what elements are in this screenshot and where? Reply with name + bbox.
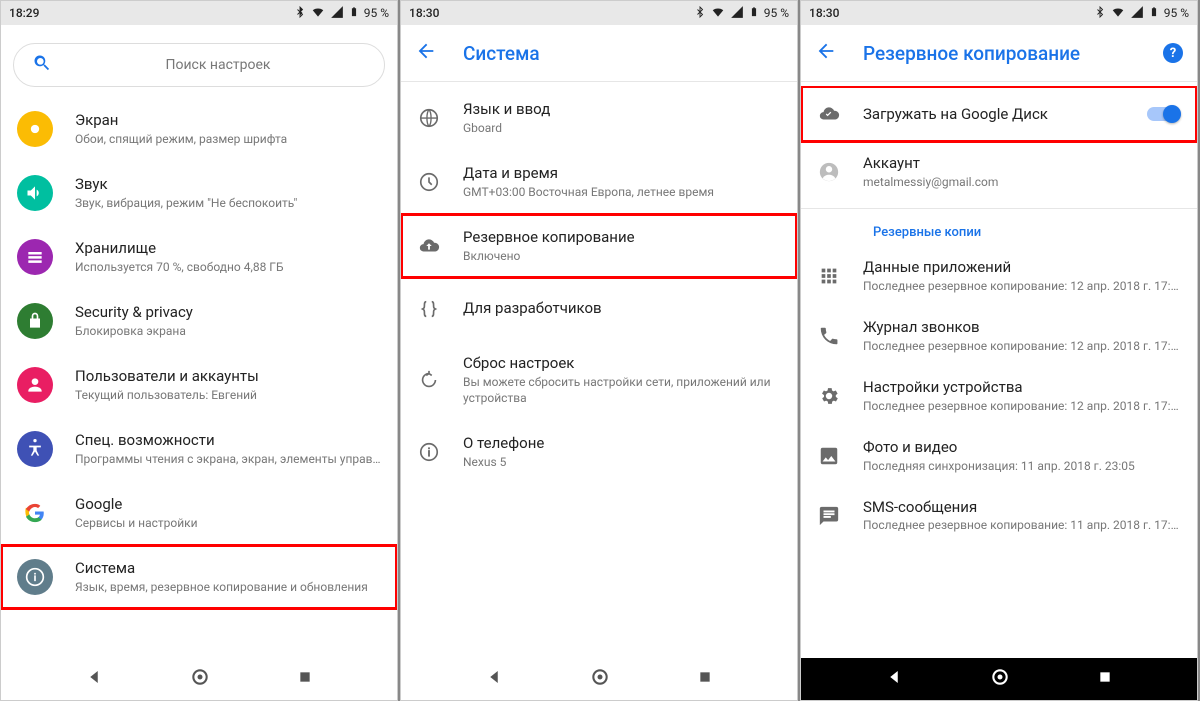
- row-users[interactable]: Пользователи и аккаунты Текущий пользова…: [1, 353, 397, 417]
- info-icon: [417, 440, 441, 464]
- gear-icon: [817, 384, 841, 408]
- battery-icon: [749, 5, 759, 22]
- battery-text: 95 %: [1164, 6, 1189, 20]
- row-backup[interactable]: Резервное копирование Включено: [401, 214, 797, 278]
- bluetooth-icon: [694, 6, 706, 21]
- user-icon: [17, 367, 53, 403]
- signal-icon: [730, 5, 744, 22]
- row-upload-toggle[interactable]: Загружать на Google Диск: [801, 86, 1197, 142]
- cloud-check-icon: [817, 102, 841, 126]
- nav-bar: [1, 658, 397, 700]
- row-sms[interactable]: SMS-сообщения Последнее резервное копиро…: [801, 486, 1197, 546]
- clock: 18:29: [9, 6, 39, 20]
- nav-bar: [401, 658, 797, 700]
- bluetooth-icon: [294, 6, 306, 21]
- row-system[interactable]: Система Язык, время, резервное копирован…: [1, 545, 397, 609]
- row-app-data[interactable]: Данные приложений Последнее резервное ко…: [801, 246, 1197, 306]
- system-list: Язык и ввод Gboard Дата и время GMT+03:0…: [401, 86, 797, 658]
- storage-icon: [17, 239, 53, 275]
- back-button[interactable]: [415, 40, 437, 66]
- battery-text: 95 %: [364, 6, 389, 20]
- wifi-icon: [711, 5, 725, 22]
- battery-icon: [349, 5, 359, 22]
- header: Система: [401, 25, 797, 81]
- clock: 18:30: [809, 6, 839, 20]
- recent-key[interactable]: [697, 669, 713, 689]
- search-icon: [32, 53, 52, 77]
- row-call-log[interactable]: Журнал звонков Последнее резервное копир…: [801, 306, 1197, 366]
- phone-backup: 18:30 95 % Резервное копирование ? Загру…: [800, 0, 1198, 701]
- account-icon: [817, 160, 841, 184]
- row-sound[interactable]: Звук Звук, вибрация, режим "Не беспокоит…: [1, 161, 397, 225]
- cloud-upload-icon: [417, 234, 441, 258]
- google-icon: [17, 495, 53, 531]
- message-icon: [817, 504, 841, 528]
- row-reset[interactable]: Сброс настроек Вы можете сбросить настро…: [401, 340, 797, 420]
- apps-icon: [817, 264, 841, 288]
- signal-icon: [330, 5, 344, 22]
- bluetooth-icon: [1094, 6, 1106, 21]
- row-language[interactable]: Язык и ввод Gboard: [401, 86, 797, 150]
- status-bar: 18:30 95 %: [801, 1, 1197, 25]
- globe-icon: [417, 106, 441, 130]
- settings-list: Экран Обои, спящий режим, размер шрифта …: [1, 97, 397, 658]
- image-icon: [817, 444, 841, 468]
- info-icon: [17, 559, 53, 595]
- braces-icon: [417, 297, 441, 321]
- clock: 18:30: [409, 6, 439, 20]
- phone-icon: [817, 324, 841, 348]
- back-key[interactable]: [85, 668, 103, 690]
- lock-icon: [17, 303, 53, 339]
- sound-icon: [17, 175, 53, 211]
- search-placeholder: Поиск настроек: [70, 57, 366, 73]
- header: Резервное копирование ?: [801, 25, 1197, 81]
- row-datetime[interactable]: Дата и время GMT+03:00 Восточная Европа,…: [401, 150, 797, 214]
- signal-icon: [1130, 5, 1144, 22]
- back-button[interactable]: [815, 40, 837, 66]
- backup-list: Загружать на Google Диск Аккаунт metalme…: [801, 86, 1197, 658]
- row-developer[interactable]: Для разработчиков: [401, 278, 797, 340]
- home-key[interactable]: [190, 667, 210, 691]
- reset-icon: [417, 368, 441, 392]
- phone-settings-main: 18:29 95 % Поиск настроек: [0, 0, 398, 701]
- row-about[interactable]: О телефоне Nexus 5: [401, 420, 797, 484]
- row-google[interactable]: Google Сервисы и настройки: [1, 481, 397, 545]
- nav-bar: [801, 658, 1197, 700]
- recent-key[interactable]: [297, 669, 313, 689]
- home-key[interactable]: [590, 667, 610, 691]
- recent-key[interactable]: [1097, 669, 1113, 689]
- row-storage[interactable]: Хранилище Используется 70 %, свободно 4,…: [1, 225, 397, 289]
- status-bar: 18:29 95 %: [1, 1, 397, 25]
- search-input[interactable]: Поиск настроек: [13, 43, 385, 87]
- row-security[interactable]: Security & privacy Блокировка экрана: [1, 289, 397, 353]
- row-account[interactable]: Аккаунт metalmessiy@gmail.com: [801, 142, 1197, 202]
- status-bar: 18:30 95 %: [401, 1, 797, 25]
- phone-system: 18:30 95 % Система Язык и ввод Gboard: [400, 0, 798, 701]
- display-icon: [17, 111, 53, 147]
- header-title: Резервное копирование: [863, 42, 1080, 65]
- battery-text: 95 %: [764, 6, 789, 20]
- upload-toggle[interactable]: [1147, 105, 1181, 123]
- back-key[interactable]: [485, 668, 503, 690]
- wifi-icon: [311, 5, 325, 22]
- row-device-settings[interactable]: Настройки устройства Последнее резервное…: [801, 366, 1197, 426]
- clock-icon: [417, 170, 441, 194]
- row-display[interactable]: Экран Обои, спящий режим, размер шрифта: [1, 97, 397, 161]
- row-accessibility[interactable]: Спец. возможности Программы чтения с экр…: [1, 417, 397, 481]
- wifi-icon: [1111, 5, 1125, 22]
- accessibility-icon: [17, 431, 53, 467]
- help-button[interactable]: ?: [1163, 43, 1183, 63]
- row-photos[interactable]: Фото и видео Последняя синхронизация: 11…: [801, 426, 1197, 486]
- battery-icon: [1149, 5, 1159, 22]
- header-title: Система: [463, 42, 540, 65]
- back-key[interactable]: [885, 668, 903, 690]
- home-key[interactable]: [990, 667, 1010, 691]
- section-backups: Резервные копии: [801, 215, 1197, 246]
